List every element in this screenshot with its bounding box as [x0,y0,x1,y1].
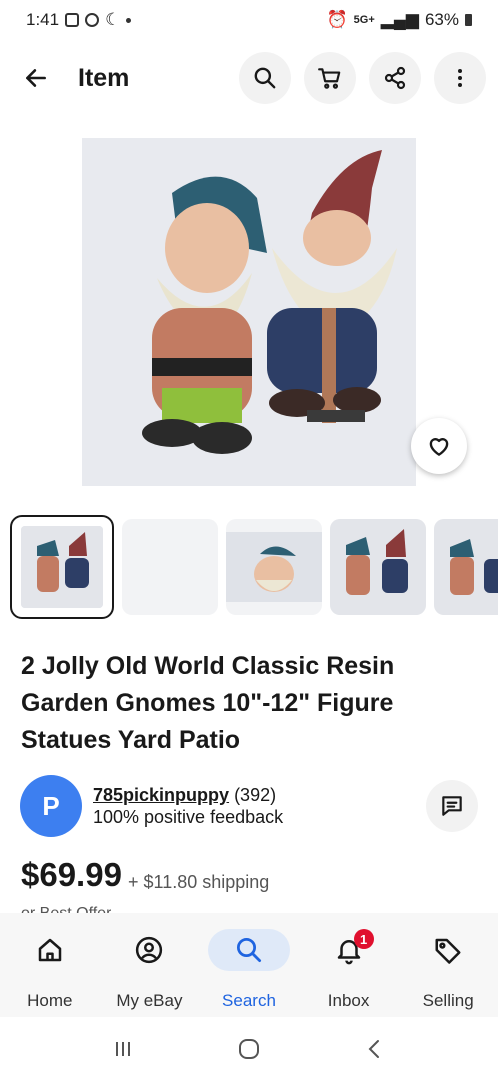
network-label: 5G+ [353,14,375,26]
shipping-cost: + $11.80 shipping [128,872,270,892]
moon-icon: ☾ [105,10,121,29]
share-button[interactable] [369,52,421,104]
nav-home-icon-wrap [9,929,91,971]
seller-info: P 785pickinpuppy (392) 100% positive fee… [20,775,480,837]
thumbnail-2[interactable] [122,519,218,615]
home-pill-icon[interactable] [237,1037,261,1061]
nav-search-icon-wrap [207,929,290,971]
search-button[interactable] [239,52,291,104]
cart-button[interactable] [304,52,356,104]
home-icon [38,938,62,962]
seller-avatar[interactable]: P [20,775,82,837]
seller-feedback-count: (392) [234,785,277,805]
nav-myebay-label: My eBay [116,991,183,1010]
alarm-icon: ⏰ [326,10,348,29]
seller-name-link[interactable]: 785pickinpuppy [93,785,229,805]
profile-icon [136,936,163,964]
app-header: Item [0,48,498,108]
thumbnail-image [330,519,426,615]
status-bar: 1:41 ☾ ⏰ 5G+ ▂▄▆ 63% [0,0,498,40]
battery-icon [465,14,472,26]
nav-myebay[interactable]: My eBay [100,913,200,1017]
price: $69.99 [21,856,122,893]
thumbnail-image [21,526,103,608]
nav-inbox[interactable]: 1 Inbox [299,913,399,1017]
nav-selling-label: Selling [422,991,474,1010]
thumbnail-5[interactable] [434,519,498,615]
signal-icon: ▂▄▆ [380,10,419,29]
nav-home-label: Home [27,991,73,1010]
nav-selling[interactable]: Selling [398,913,498,1017]
recent-apps-icon[interactable] [111,1037,135,1061]
product-image[interactable] [82,138,416,486]
more-vertical-icon [458,69,462,87]
bottom-navigation: Home My eBay Search 1 Inbox Selling [0,913,498,1017]
thumbnail-image [434,519,498,615]
product-title: 2 Jolly Old World Classic Resin Garden G… [21,648,481,759]
inbox-badge: 1 [353,929,374,949]
status-time: 1:41 [26,10,60,29]
dot-icon [126,17,132,23]
gallery-icon [65,13,80,27]
gnomes-image [82,138,416,486]
more-options-button[interactable] [434,52,486,104]
seller-feedback: 100% positive feedback [93,807,284,827]
watch-button[interactable] [411,418,467,474]
battery-level: 63% [424,10,459,29]
thumbnail-strip [10,515,498,620]
nav-search-label: Search [222,991,276,1010]
thumbnail-3[interactable] [226,519,322,615]
product-title-line: Statues Yard Patio [21,726,241,754]
product-title-line: Garden Gnomes 10"-12" Figure [21,689,394,717]
nav-selling-icon-wrap [407,929,489,971]
system-navigation-bar [0,1017,498,1080]
back-button[interactable] [16,58,56,98]
message-icon [442,796,462,816]
nav-inbox-label: Inbox [327,991,370,1010]
contact-seller-button[interactable] [426,780,478,832]
page-title: Item [78,63,130,92]
app-icon [85,13,100,27]
arrow-left-icon [26,69,46,87]
nav-home[interactable]: Home [0,913,100,1017]
share-icon [384,66,406,90]
system-back-icon[interactable] [363,1037,387,1061]
cart-icon [318,68,341,89]
search-icon [236,938,261,962]
search-icon [254,67,276,89]
nav-inbox-icon-wrap: 1 [308,929,390,971]
thumbnail-1[interactable] [10,515,114,619]
nav-search[interactable]: Search [199,913,299,1017]
thumbnail-image [226,532,322,602]
tag-icon [435,938,461,964]
nav-myebay-icon-wrap [108,929,190,971]
product-title-line: 2 Jolly Old World Classic Resin [21,652,395,680]
thumbnail-4[interactable] [330,519,426,615]
seller-name-row: 785pickinpuppy (392) [93,785,276,806]
heart-icon [429,438,449,456]
